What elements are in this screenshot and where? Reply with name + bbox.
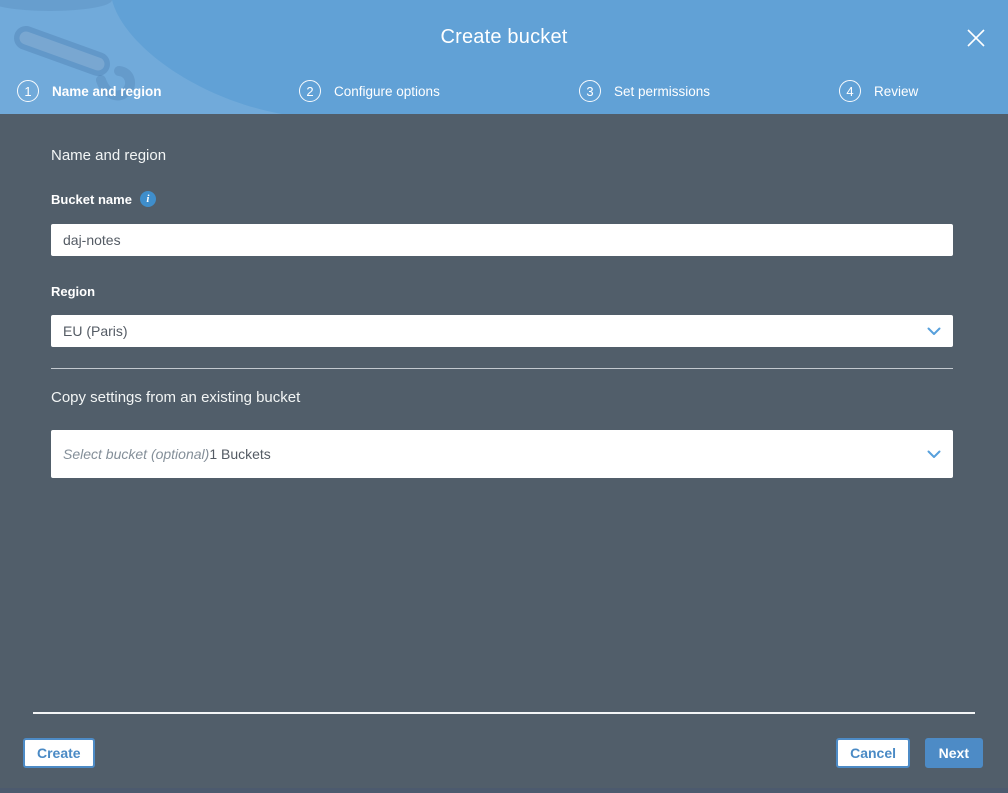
next-button[interactable]: Next xyxy=(924,738,983,768)
bucket-select-placeholder: Select bucket (optional) xyxy=(63,446,210,462)
bucket-name-input[interactable] xyxy=(51,224,953,256)
chevron-down-icon xyxy=(927,323,941,339)
region-select[interactable]: EU (Paris) xyxy=(51,315,953,347)
chevron-down-icon xyxy=(927,446,941,462)
region-label: Region xyxy=(51,284,957,299)
step-number-badge: 1 xyxy=(17,80,39,102)
step-label: Set permissions xyxy=(614,83,711,99)
cancel-button[interactable]: Cancel xyxy=(836,738,910,768)
info-icon[interactable]: i xyxy=(139,191,156,207)
close-icon[interactable] xyxy=(960,22,992,54)
step-number-badge: 3 xyxy=(579,80,601,102)
create-bucket-modal: Create bucket 1 Name and region 2 Config… xyxy=(0,0,1008,793)
modal-body: Name and region Bucket name i Region EU … xyxy=(0,114,1008,478)
modal-header: Create bucket 1 Name and region 2 Config… xyxy=(0,0,1008,114)
copy-settings-bucket-select[interactable]: Select bucket (optional) 1 Buckets xyxy=(51,430,953,478)
section-divider xyxy=(51,368,953,369)
footer-divider xyxy=(33,712,975,714)
step-set-permissions[interactable]: 3 Set permissions xyxy=(579,80,710,102)
bucket-count: 1 Buckets xyxy=(209,446,271,462)
step-number-badge: 4 xyxy=(839,80,861,102)
region-label-text: Region xyxy=(51,284,96,299)
step-configure-options[interactable]: 2 Configure options xyxy=(299,80,440,102)
step-indicator: 1 Name and region 2 Configure options 3 … xyxy=(0,80,1008,104)
page-title: Create bucket xyxy=(440,26,568,48)
region-selected-value: EU (Paris) xyxy=(63,323,128,339)
step-label: Name and region xyxy=(52,83,162,99)
step-name-and-region[interactable]: 1 Name and region xyxy=(17,80,162,102)
section-heading-name-and-region: Name and region xyxy=(51,147,167,164)
step-label: Configure options xyxy=(334,83,440,99)
step-review[interactable]: 4 Review xyxy=(839,80,918,102)
bucket-name-label-text: Bucket name xyxy=(51,191,132,207)
section-heading-copy-settings: Copy settings from an existing bucket xyxy=(51,389,301,406)
step-number-badge: 2 xyxy=(299,80,321,102)
step-label: Review xyxy=(874,83,919,99)
page-background-strip xyxy=(0,788,1008,793)
create-button[interactable]: Create xyxy=(23,738,95,768)
bucket-name-label: Bucket name i xyxy=(51,191,957,207)
